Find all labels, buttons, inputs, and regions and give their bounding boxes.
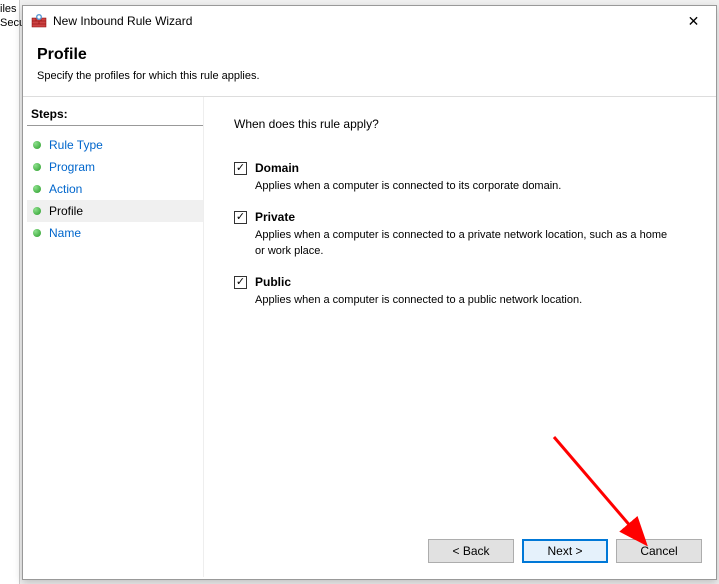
checkbox-public-row: ✓ Public — [234, 275, 696, 289]
wizard-window: New Inbound Rule Wizard ✕ Profile Specif… — [22, 5, 717, 580]
step-action[interactable]: Action — [27, 178, 203, 200]
bg-text-1: iles — [0, 2, 19, 16]
header-section: Profile Specify the profiles for which t… — [23, 36, 716, 97]
step-rule-type[interactable]: Rule Type — [27, 134, 203, 156]
background-panel: iles Secu — [0, 0, 20, 584]
step-label: Action — [49, 182, 82, 196]
step-label: Rule Type — [49, 138, 103, 152]
step-profile[interactable]: Profile — [27, 200, 203, 222]
main-content: When does this rule apply? ✓ Domain Appl… — [203, 97, 716, 577]
close-button[interactable]: ✕ — [671, 6, 716, 36]
next-button[interactable]: Next > — [522, 539, 608, 563]
bg-text-2: Secu — [0, 16, 19, 30]
step-name[interactable]: Name — [27, 222, 203, 244]
checkbox-public-group: ✓ Public Applies when a computer is conn… — [234, 275, 696, 308]
checkbox-private-group: ✓ Private Applies when a computer is con… — [234, 210, 696, 259]
checkbox-public[interactable]: ✓ — [234, 276, 247, 289]
bullet-icon — [33, 185, 41, 193]
bullet-icon — [33, 141, 41, 149]
checkbox-domain-label[interactable]: Domain — [255, 161, 299, 175]
checkbox-private-desc: Applies when a computer is connected to … — [255, 228, 675, 259]
checkbox-private[interactable]: ✓ — [234, 211, 247, 224]
checkbox-domain-group: ✓ Domain Applies when a computer is conn… — [234, 161, 696, 194]
close-icon: ✕ — [688, 13, 700, 30]
bullet-icon — [33, 229, 41, 237]
checkbox-private-row: ✓ Private — [234, 210, 696, 224]
content-question: When does this rule apply? — [234, 117, 696, 131]
checkbox-domain-row: ✓ Domain — [234, 161, 696, 175]
arrow-annotation-icon — [544, 427, 664, 557]
window-title: New Inbound Rule Wizard — [53, 14, 192, 28]
cancel-button[interactable]: Cancel — [616, 539, 702, 563]
checkbox-private-label[interactable]: Private — [255, 210, 295, 224]
checkbox-domain[interactable]: ✓ — [234, 162, 247, 175]
checkbox-public-desc: Applies when a computer is connected to … — [255, 293, 675, 308]
button-bar: < Back Next > Cancel — [428, 539, 702, 563]
bullet-icon — [33, 207, 41, 215]
page-title: Profile — [37, 46, 702, 64]
firewall-icon — [31, 13, 47, 29]
checkbox-public-label[interactable]: Public — [255, 275, 291, 289]
title-bar[interactable]: New Inbound Rule Wizard ✕ — [23, 6, 716, 36]
page-subtitle: Specify the profiles for which this rule… — [37, 70, 702, 82]
step-label: Name — [49, 226, 81, 240]
back-button[interactable]: < Back — [428, 539, 514, 563]
step-label: Program — [49, 160, 95, 174]
body-section: Steps: Rule Type Program Action Profile … — [23, 97, 716, 577]
steps-sidebar: Steps: Rule Type Program Action Profile … — [23, 97, 203, 577]
checkbox-domain-desc: Applies when a computer is connected to … — [255, 179, 675, 194]
steps-heading: Steps: — [27, 107, 203, 126]
step-program[interactable]: Program — [27, 156, 203, 178]
step-label: Profile — [49, 204, 83, 218]
bullet-icon — [33, 163, 41, 171]
